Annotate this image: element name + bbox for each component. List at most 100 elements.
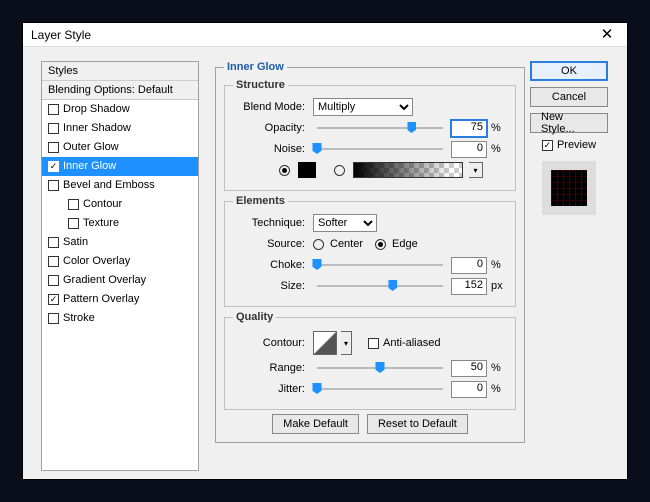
source-center-radio[interactable] xyxy=(313,239,324,250)
style-label: Inner Glow xyxy=(63,160,116,172)
style-checkbox[interactable] xyxy=(48,123,59,134)
style-checkbox[interactable] xyxy=(48,313,59,324)
style-checkbox[interactable] xyxy=(48,104,59,115)
gradient-dropdown-icon[interactable]: ▾ xyxy=(469,162,483,178)
blend-mode-select[interactable]: Multiply xyxy=(313,98,413,116)
style-label: Drop Shadow xyxy=(63,103,130,115)
cancel-button[interactable]: Cancel xyxy=(530,87,608,107)
style-checkbox[interactable] xyxy=(68,218,79,229)
ok-button[interactable]: OK xyxy=(530,61,608,81)
style-label: Satin xyxy=(63,236,88,248)
noise-slider[interactable] xyxy=(317,142,443,156)
new-style-button[interactable]: New Style... xyxy=(530,113,608,133)
structure-legend: Structure xyxy=(233,79,288,91)
style-label: Gradient Overlay xyxy=(63,274,146,286)
style-checkbox[interactable] xyxy=(48,256,59,267)
pct-unit: % xyxy=(491,362,507,374)
gradient-radio[interactable] xyxy=(334,165,345,176)
noise-label: Noise: xyxy=(233,143,309,155)
style-item-stroke[interactable]: Stroke xyxy=(42,309,198,328)
opacity-slider[interactable] xyxy=(317,121,443,135)
style-checkbox[interactable] xyxy=(48,180,59,191)
jitter-label: Jitter: xyxy=(233,383,309,395)
range-slider[interactable] xyxy=(317,361,443,375)
dialog-title: Layer Style xyxy=(31,28,587,42)
style-checkbox[interactable] xyxy=(48,275,59,286)
style-item-gradient-overlay[interactable]: Gradient Overlay xyxy=(42,271,198,290)
style-label: Contour xyxy=(83,198,122,210)
inner-glow-panel: Inner Glow Structure Blend Mode: Multipl… xyxy=(215,61,525,443)
source-edge-label: Edge xyxy=(392,238,418,250)
opacity-input[interactable]: 75 xyxy=(451,120,487,137)
style-checkbox[interactable] xyxy=(48,294,59,305)
source-label: Source: xyxy=(233,238,309,250)
preview-swatch xyxy=(542,161,596,215)
style-item-satin[interactable]: Satin xyxy=(42,233,198,252)
styles-header[interactable]: Styles xyxy=(42,62,198,81)
pct-unit: % xyxy=(491,259,507,271)
preview-label: Preview xyxy=(557,139,596,151)
style-item-color-overlay[interactable]: Color Overlay xyxy=(42,252,198,271)
choke-input[interactable]: 0 xyxy=(451,257,487,274)
style-item-outer-glow[interactable]: Outer Glow xyxy=(42,138,198,157)
color-radio[interactable] xyxy=(279,165,290,176)
noise-input[interactable]: 0 xyxy=(451,141,487,158)
contour-dropdown-icon[interactable]: ▾ xyxy=(341,331,352,355)
style-checkbox[interactable] xyxy=(48,161,59,172)
style-label: Stroke xyxy=(63,312,95,324)
anti-aliased-label: Anti-aliased xyxy=(383,337,440,349)
size-slider[interactable] xyxy=(317,279,443,293)
quality-group: Quality Contour: ▾ Anti-aliased Range: 5 xyxy=(224,311,516,410)
source-edge-radio[interactable] xyxy=(375,239,386,250)
anti-aliased-checkbox[interactable] xyxy=(368,338,379,349)
contour-label: Contour: xyxy=(233,337,309,349)
style-item-bevel-and-emboss[interactable]: Bevel and Emboss xyxy=(42,176,198,195)
panel-legend: Inner Glow xyxy=(224,61,287,73)
quality-legend: Quality xyxy=(233,311,276,323)
elements-group: Elements Technique: Softer Source: Cente… xyxy=(224,195,516,307)
range-label: Range: xyxy=(233,362,309,374)
choke-label: Choke: xyxy=(233,259,309,271)
reset-default-button[interactable]: Reset to Default xyxy=(367,414,468,434)
opacity-label: Opacity: xyxy=(233,122,309,134)
style-checkbox[interactable] xyxy=(68,199,79,210)
style-label: Color Overlay xyxy=(63,255,130,267)
style-label: Texture xyxy=(83,217,119,229)
style-item-inner-shadow[interactable]: Inner Shadow xyxy=(42,119,198,138)
color-swatch[interactable] xyxy=(298,162,316,178)
preview-checkbox[interactable] xyxy=(542,140,553,151)
pct-unit: % xyxy=(491,122,507,134)
style-item-inner-glow[interactable]: Inner Glow xyxy=(42,157,198,176)
gradient-preview[interactable] xyxy=(353,162,463,178)
styles-list: Styles Blending Options: Default Drop Sh… xyxy=(41,61,199,471)
technique-label: Technique: xyxy=(233,217,309,229)
choke-slider[interactable] xyxy=(317,258,443,272)
style-item-drop-shadow[interactable]: Drop Shadow xyxy=(42,100,198,119)
style-checkbox[interactable] xyxy=(48,142,59,153)
jitter-input[interactable]: 0 xyxy=(451,381,487,398)
style-label: Inner Shadow xyxy=(63,122,131,134)
jitter-slider[interactable] xyxy=(317,382,443,396)
close-icon[interactable]: ✕ xyxy=(587,23,627,47)
style-item-pattern-overlay[interactable]: Pattern Overlay xyxy=(42,290,198,309)
elements-legend: Elements xyxy=(233,195,288,207)
pct-unit: % xyxy=(491,143,507,155)
style-label: Pattern Overlay xyxy=(63,293,139,305)
range-input[interactable]: 50 xyxy=(451,360,487,377)
blending-options[interactable]: Blending Options: Default xyxy=(42,81,198,100)
technique-select[interactable]: Softer xyxy=(313,214,377,232)
style-label: Bevel and Emboss xyxy=(63,179,155,191)
style-label: Outer Glow xyxy=(63,141,119,153)
contour-swatch[interactable] xyxy=(313,331,337,355)
make-default-button[interactable]: Make Default xyxy=(272,414,359,434)
style-item-contour[interactable]: Contour xyxy=(42,195,198,214)
source-center-label: Center xyxy=(330,238,363,250)
size-input[interactable]: 152 xyxy=(451,278,487,295)
blend-mode-label: Blend Mode: xyxy=(233,101,309,113)
px-unit: px xyxy=(491,280,507,292)
structure-group: Structure Blend Mode: Multiply Opacity: … xyxy=(224,79,516,191)
style-checkbox[interactable] xyxy=(48,237,59,248)
layer-style-dialog: Layer Style ✕ Styles Blending Options: D… xyxy=(22,22,628,480)
style-item-texture[interactable]: Texture xyxy=(42,214,198,233)
size-label: Size: xyxy=(233,280,309,292)
